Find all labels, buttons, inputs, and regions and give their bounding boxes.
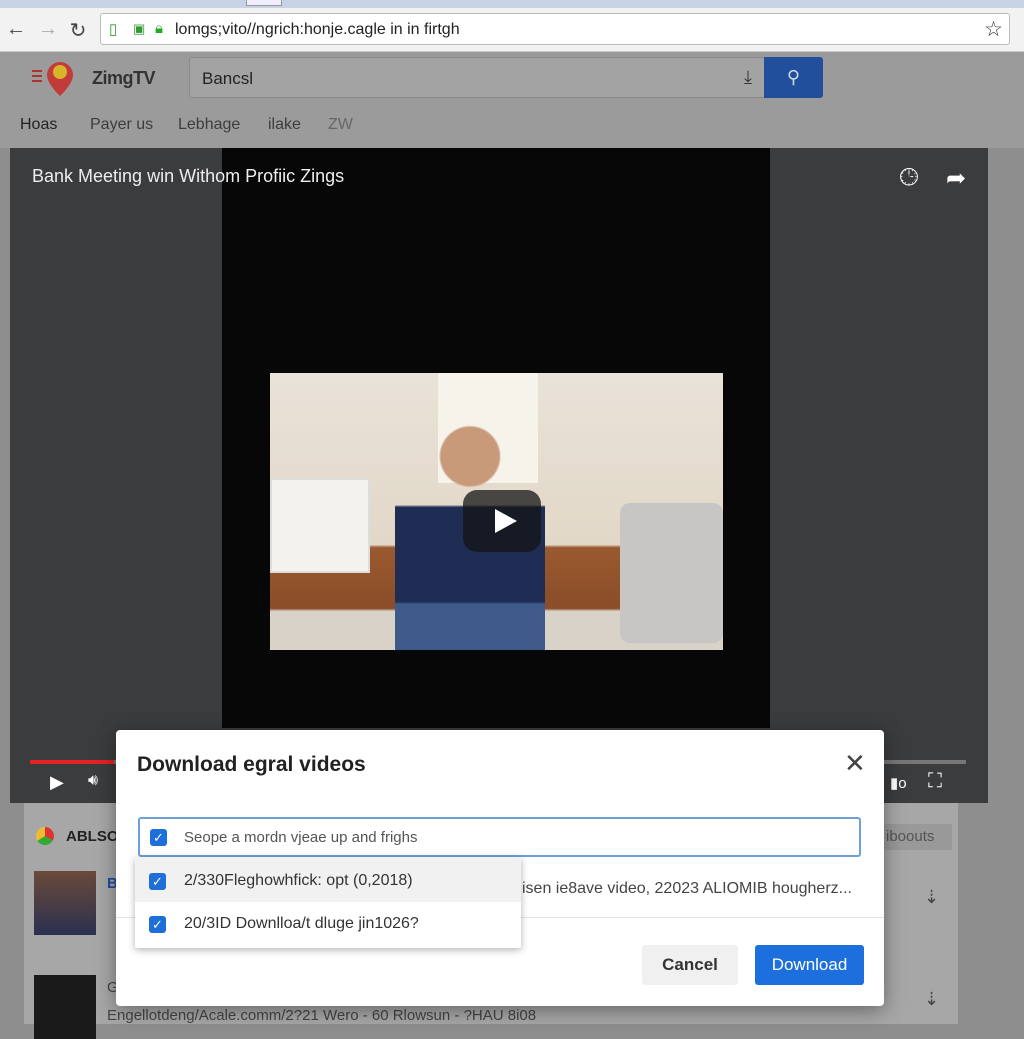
- browser-toolbar: ← → ↻ ▯ ▣ 🔒︎ lomgs;vito//ngrich:honje.ca…: [0, 8, 1024, 52]
- volume-icon[interactable]: 🔊︎: [88, 772, 98, 790]
- source-label: ABLSO: [66, 828, 119, 845]
- nav-item[interactable]: Lebhage: [178, 116, 240, 134]
- site-info-icon[interactable]: ▣: [133, 21, 145, 37]
- subtitles-icon[interactable]: ▮o: [890, 774, 907, 792]
- checkbox-checked[interactable]: ✓: [150, 829, 167, 846]
- list-item-caption: Engellotdeng/Acale.comm/2?21 Wero - 60 R…: [107, 1007, 537, 1024]
- search-icon: ⚲: [786, 67, 801, 87]
- url-text: lomgs;vito//ngrich:honje.cagle in in fir…: [175, 21, 460, 38]
- search-value: Bancsl: [202, 69, 254, 88]
- video-thumbnail: [270, 373, 723, 650]
- brand-name[interactable]: ZimgTV: [92, 68, 156, 89]
- search-button[interactable]: ⚲: [764, 57, 823, 98]
- video-select-input[interactable]: ✓ Seope a mordn vjeae up and frighs: [138, 817, 861, 857]
- input-text: Seope a mordn vjeae up and frighs: [184, 829, 418, 846]
- download-arrow-icon[interactable]: ⇣: [924, 887, 939, 908]
- nav-item[interactable]: ZW: [328, 116, 353, 134]
- download-button[interactable]: Download: [755, 945, 864, 985]
- fireplace-image: [270, 478, 370, 573]
- forward-icon[interactable]: →: [36, 18, 60, 41]
- tab-strip: [0, 0, 1024, 8]
- page-icon: ▯: [109, 21, 118, 38]
- nav-item[interactable]: ilake: [268, 116, 301, 134]
- logo-icon[interactable]: [32, 60, 76, 96]
- video-player[interactable]: Bank Meeting win Withom Profiic Zings 🕒︎…: [10, 148, 988, 803]
- lock-icon: 🔒︎: [155, 20, 163, 37]
- dropdown-option[interactable]: ✓ 2/330Fleghowhfick: opt (0,2018): [135, 857, 521, 902]
- play-button-overlay[interactable]: [463, 490, 541, 552]
- address-bar[interactable]: ▯ ▣ 🔒︎ lomgs;vito//ngrich:honje.cagle in…: [100, 13, 1010, 45]
- dropdown-option[interactable]: ✓ 20/3ID Downlloa/t dluge jin1026?: [135, 902, 521, 948]
- back-icon[interactable]: ←: [4, 18, 28, 41]
- download-arrow-icon[interactable]: ⇣: [924, 989, 939, 1010]
- download-icon[interactable]: ⤓: [744, 67, 752, 88]
- reload-icon[interactable]: ↻: [66, 18, 90, 43]
- nav-home[interactable]: Hoas: [20, 116, 57, 134]
- play-icon[interactable]: ▶: [50, 772, 64, 793]
- sidebar-button[interactable]: iboouts: [884, 824, 952, 850]
- checkbox-checked[interactable]: ✓: [149, 916, 166, 933]
- option-label: 2/330Fleghowhfick: opt (0,2018): [184, 872, 413, 889]
- video-title: Bank Meeting win Withom Profiic Zings: [32, 166, 345, 186]
- bookmark-star-icon[interactable]: ☆: [984, 17, 1003, 42]
- download-dialog: Download egral videos ✕ ✓ Seope a mordn …: [116, 730, 884, 1006]
- close-icon[interactable]: ✕: [844, 748, 866, 779]
- share-icon[interactable]: ➦: [942, 164, 970, 192]
- fullscreen-icon[interactable]: ⛶: [928, 770, 942, 793]
- nav-item[interactable]: Payer us: [90, 116, 153, 134]
- watch-later-clock-icon[interactable]: 🕒︎: [895, 164, 923, 192]
- list-item-thumbnail[interactable]: [34, 975, 96, 1039]
- sofa-image: [620, 503, 723, 643]
- list-item-thumbnail[interactable]: [34, 871, 96, 935]
- option-label: 20/3ID Downlloa/t dluge jin1026?: [184, 915, 419, 932]
- options-dropdown: ✓ 2/330Fleghowhfick: opt (0,2018) ✓ 20/3…: [135, 857, 521, 948]
- progress-fill: [30, 760, 115, 764]
- site-header: ZimgTV Bancsl ⤓ ⚲ Hoas Payer us Lebhage i…: [0, 52, 1024, 148]
- browser-tab[interactable]: [246, 0, 282, 6]
- dialog-title: Download egral videos: [137, 753, 366, 776]
- search-input[interactable]: Bancsl ⤓: [189, 57, 765, 98]
- background-description: isen ie8ave video, 22023 ALIOMIB hougher…: [522, 880, 852, 897]
- cancel-button[interactable]: Cancel: [642, 945, 738, 985]
- checkbox-checked[interactable]: ✓: [149, 873, 166, 890]
- chrome-icon: [36, 827, 54, 845]
